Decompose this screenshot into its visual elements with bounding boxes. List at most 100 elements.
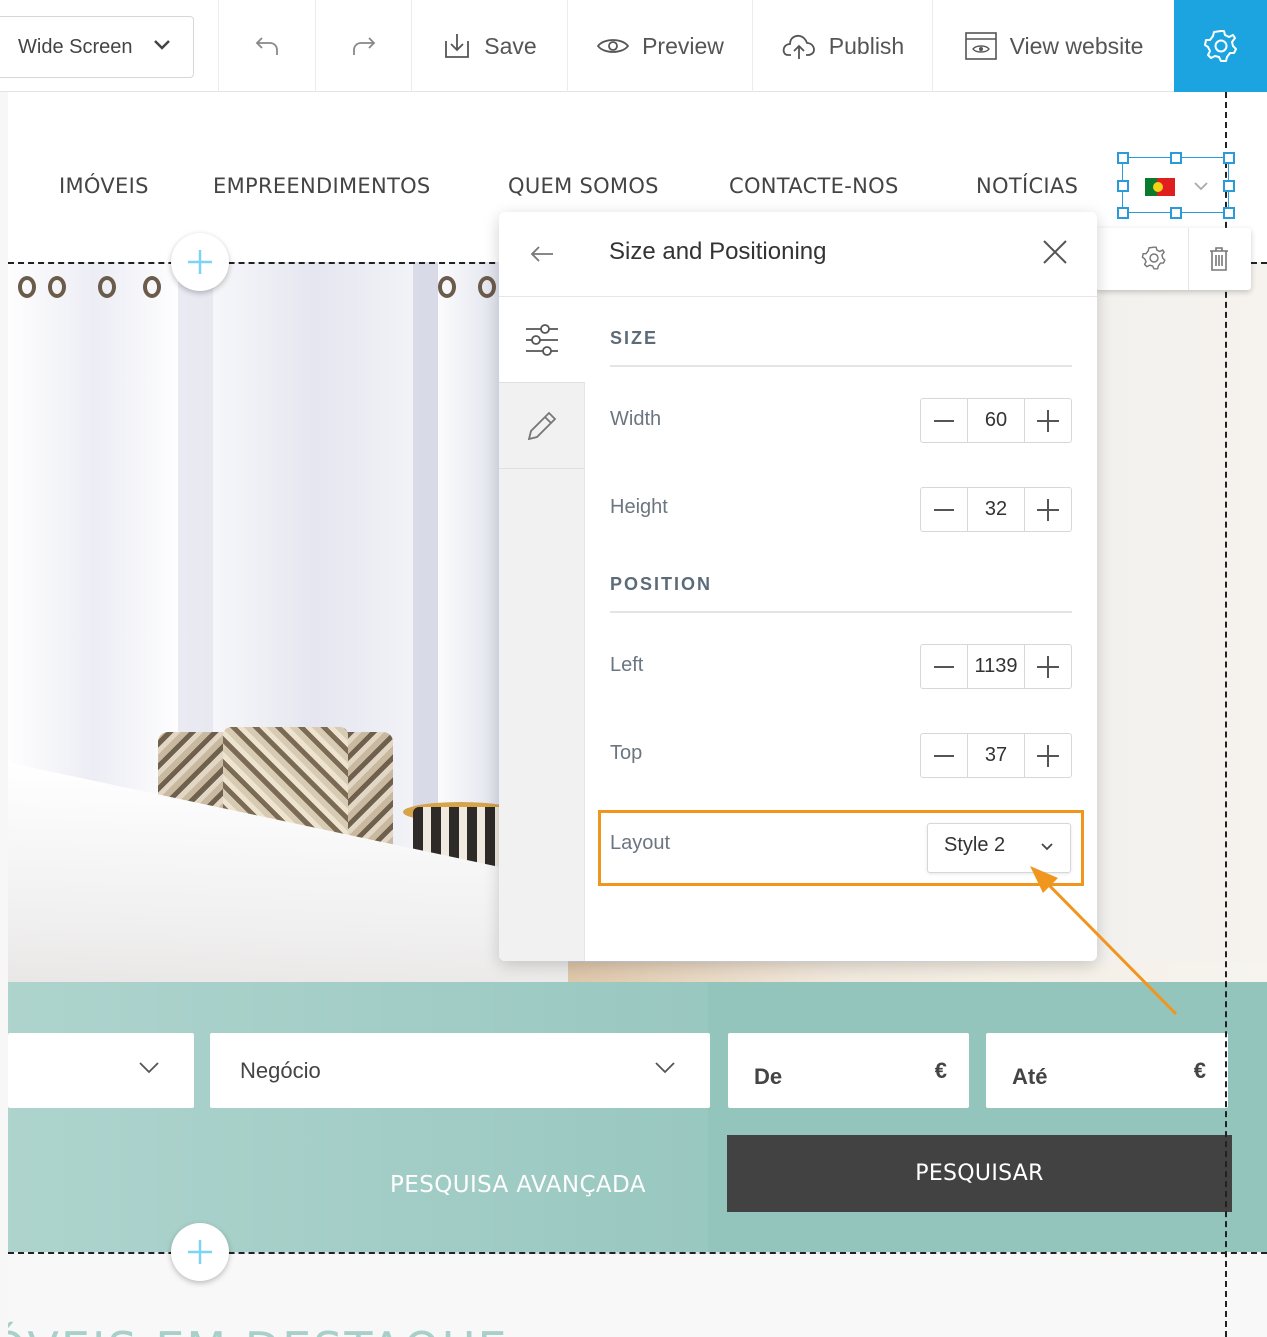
curtain-ring [98,276,116,298]
resize-handle[interactable] [1223,207,1235,219]
resize-handle[interactable] [1117,207,1129,219]
gear-icon [1203,30,1237,62]
resize-handle[interactable] [1223,152,1235,164]
trash-icon[interactable] [1208,246,1230,272]
tab-design[interactable] [499,383,585,469]
negocio-label: Negócio [240,1057,321,1083]
cloud-upload-icon [782,34,815,59]
top-input[interactable]: 37 [967,734,1025,777]
save-button[interactable]: Save [411,0,567,92]
plus-icon [1037,744,1059,767]
layout-label: Layout [610,832,671,854]
publish-label: Publish [828,32,905,59]
left-label: Left [610,654,644,676]
plus-icon [1037,655,1059,678]
back-button[interactable] [499,212,585,297]
main-navigation: IMÓVEIS EMPREENDIMENTOS QUEM SOMOS CONTA… [8,174,1267,204]
size-heading: SIZE [610,328,1072,367]
height-input[interactable]: 32 [967,488,1025,531]
arrow-left-icon [530,246,553,262]
price-to-label: Até [1012,1064,1048,1089]
advanced-search-link[interactable]: PESQUISA AVANÇADA [390,1172,646,1198]
chevron-down-icon [1194,182,1208,191]
position-heading: POSITION [610,574,1072,613]
price-from-field[interactable]: De € [728,1033,969,1108]
currency-symbol: € [934,1057,947,1083]
language-selector-widget[interactable] [1117,152,1235,219]
add-section-button-top[interactable] [171,233,229,291]
left-decrement-button[interactable] [921,645,967,688]
chevron-down-icon [139,1062,159,1074]
size-positioning-panel: Size and Positioning SIZE Width 60 Heigh… [499,212,1097,961]
plus-icon [188,250,212,274]
nav-item-imoveis[interactable]: IMÓVEIS [59,174,149,198]
undo-icon [255,37,278,55]
pencil-icon [527,411,557,440]
nav-item-noticias[interactable]: NOTÍCIAS [976,174,1078,198]
price-to-field[interactable]: Até € [986,1033,1228,1108]
width-decrement-button[interactable] [921,399,967,442]
top-increment-button[interactable] [1025,734,1071,777]
top-decrement-button[interactable] [921,734,967,777]
add-section-button-bottom[interactable] [171,1223,229,1281]
type-select[interactable] [8,1033,194,1108]
height-label: Height [610,496,668,518]
resize-handle[interactable] [1170,207,1182,219]
resize-handle[interactable] [1223,180,1235,192]
curtain-ring [18,276,36,298]
negocio-select[interactable]: Negócio [210,1033,710,1108]
price-from-label: De [754,1064,783,1089]
search-button[interactable]: PESQUISAR [727,1135,1232,1212]
resize-handle[interactable] [1117,180,1129,192]
width-stepper: 60 [920,398,1072,443]
toolbar-divider [1188,228,1189,290]
minus-icon [934,754,954,757]
chevron-down-icon [154,40,170,50]
width-input[interactable]: 60 [967,399,1025,442]
top-label: Top [610,742,643,764]
portugal-flag-icon [1145,178,1175,196]
site-settings-button[interactable] [1174,0,1267,92]
height-decrement-button[interactable] [921,488,967,531]
undo-button[interactable] [218,0,315,92]
sliders-icon [526,323,558,356]
height-stepper: 32 [920,487,1072,532]
view-website-button[interactable]: View website [932,0,1174,92]
left-increment-button[interactable] [1025,645,1071,688]
editor-toolbar: Wide Screen Save Preview Publish View we… [0,0,1267,92]
device-select-value: Wide Screen [18,35,133,58]
plus-icon [1037,409,1059,432]
curtain-ring [143,276,161,298]
layout-select[interactable]: Style 2 [927,823,1071,873]
preview-button[interactable]: Preview [567,0,752,92]
publish-button[interactable]: Publish [752,0,932,92]
top-stepper: 37 [920,733,1072,778]
width-increment-button[interactable] [1025,399,1071,442]
gear-icon[interactable] [1141,245,1167,271]
save-label: Save [484,32,537,59]
nav-item-contacte-nos[interactable]: CONTACTE-NOS [729,174,899,198]
left-input[interactable]: 1139 [967,645,1025,688]
resize-handle[interactable] [1117,152,1129,164]
nav-item-quem-somos[interactable]: QUEM SOMOS [508,174,659,198]
device-select[interactable]: Wide Screen [0,16,194,78]
layout-select-value: Style 2 [944,834,1006,856]
curtain-ring [478,276,496,298]
plus-icon [1037,498,1059,521]
minus-icon [934,508,954,511]
width-label: Width [610,408,662,430]
resize-handle[interactable] [1170,152,1182,164]
panel-header: Size and Positioning [585,212,1097,297]
tab-size-position[interactable] [499,297,585,383]
save-icon [445,34,470,58]
panel-title: Size and Positioning [609,238,827,265]
chevron-down-icon [655,1062,675,1074]
redo-button[interactable] [315,0,411,92]
section-title: ÓVEIS EM DESTAQUE [8,1322,509,1337]
close-icon[interactable] [1041,238,1069,266]
height-increment-button[interactable] [1025,488,1071,531]
nav-item-empreendimentos[interactable]: EMPREENDIMENTOS [213,174,431,198]
element-toolbar [1096,228,1251,290]
curtain-ring [48,276,66,298]
left-stepper: 1139 [920,644,1072,689]
